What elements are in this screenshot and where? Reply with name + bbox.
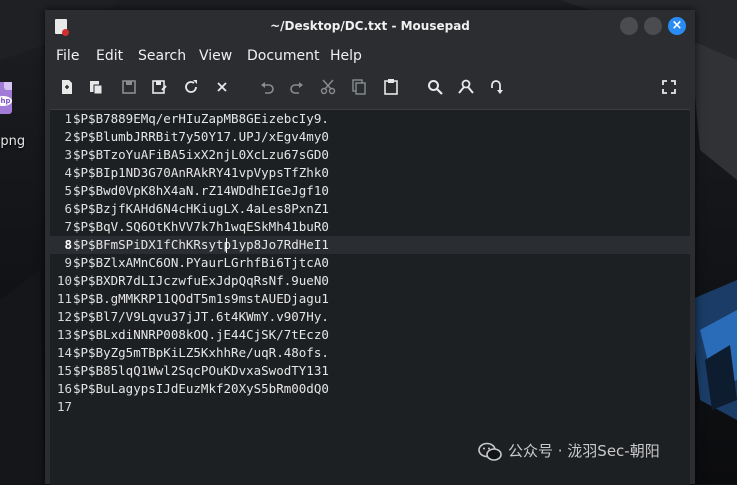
new-document-icon[interactable] xyxy=(58,78,76,96)
line-number: 3 xyxy=(64,147,72,162)
code-line: $P$BzjfKAHd6N4cHKiugLX.4aLes8PxnZ1 xyxy=(73,201,329,216)
wechat-icon xyxy=(478,442,502,461)
undo-icon[interactable] xyxy=(258,78,276,96)
code-line: $P$B85lqQ1Wwl2SqcPOuKDvxaSwodTY131 xyxy=(73,363,329,378)
watermark-text: 公众号 · 泷羽Sec-朝阳 xyxy=(508,442,660,460)
file-badge: php xyxy=(0,96,12,106)
redo-icon[interactable] xyxy=(288,78,306,96)
line-number: 15 xyxy=(56,363,72,378)
line-number: 14 xyxy=(56,345,72,360)
line-number: 13 xyxy=(56,327,72,342)
line-number: 2 xyxy=(64,129,72,144)
line-number: 10 xyxy=(56,273,72,288)
close-document-icon[interactable] xyxy=(213,78,231,96)
text-editor[interactable]: 1 2 3 4 5 6 7 8 9 10 11 12 13 14 15 16 1… xyxy=(50,109,690,485)
title-bar[interactable]: ~/Desktop/DC.txt - Mousepad × xyxy=(45,10,695,44)
code-line: $P$BIp1ND3G70AnRAkRY41vpVypsTfZhk0 xyxy=(73,165,329,180)
find-replace-icon[interactable] xyxy=(457,78,475,96)
menu-bar: File Edit Search View Document Help xyxy=(45,44,695,70)
desktop-file-icon[interactable]: php p.png xyxy=(0,78,38,160)
line-number: 17 xyxy=(56,399,72,414)
code-line: $P$B.gMMKRP11QOdT5m1s9mstAUEDjagu1 xyxy=(73,291,329,306)
maximize-button[interactable] xyxy=(644,17,662,35)
text-caret xyxy=(226,238,227,253)
window-title: ~/Desktop/DC.txt - Mousepad xyxy=(270,19,470,33)
code-line: $P$BLxdiNNRP008kOQ.jE44CjSK/7tEcz0 xyxy=(73,327,329,342)
code-line: $P$B7889EMq/erHIuZapMB8GEizebcIy9. xyxy=(73,111,329,126)
search-icon[interactable] xyxy=(426,78,444,96)
code-line: $P$Bwd0VpK8hX4aN.rZ14WDdhEIGeJgf10 xyxy=(73,183,329,198)
code-line: $P$Bl7/V9Lqvu37jJT.6t4KWmY.v907Hy. xyxy=(73,309,329,324)
mousepad-window: ~/Desktop/DC.txt - Mousepad × File Edit … xyxy=(45,10,695,485)
desktop-file-label: p.png xyxy=(0,134,26,149)
watermark: 公众号 · 泷羽Sec-朝阳 xyxy=(478,440,660,464)
cut-icon[interactable] xyxy=(319,78,337,96)
line-number: 5 xyxy=(64,183,72,198)
line-number: 12 xyxy=(56,309,72,324)
code-line: $P$BZlxAMnC6ON.PYaurLGrhfBi6TjtcA0 xyxy=(73,255,329,270)
reload-icon[interactable] xyxy=(182,78,200,96)
line-number: 7 xyxy=(64,219,72,234)
menu-view[interactable]: View xyxy=(199,48,232,64)
menu-search[interactable]: Search xyxy=(138,48,186,64)
code-line: $P$BlumbJRRBit7y50Y17.UPJ/xEgv4my0 xyxy=(73,129,329,144)
fullscreen-icon[interactable] xyxy=(660,78,678,96)
menu-help[interactable]: Help xyxy=(330,48,362,64)
line-number: 1 xyxy=(64,111,72,126)
save-icon[interactable] xyxy=(120,78,138,96)
code-line-current: $P$BFmSPiDX1fChKRsytp1yp8Jo7RdHeI1 xyxy=(73,237,329,252)
toolbar xyxy=(45,72,695,104)
close-icon: × xyxy=(671,18,683,33)
line-number-current: 8 xyxy=(64,237,72,252)
code-line: $P$BTzoYuAFiBA5ixX2njL0XcLzu67sGD0 xyxy=(73,147,329,162)
line-number: 4 xyxy=(64,165,72,180)
line-number: 16 xyxy=(56,381,72,396)
image-file-icon: php xyxy=(0,82,12,114)
close-window-button[interactable]: × xyxy=(668,17,686,35)
line-number: 9 xyxy=(64,255,72,270)
code-line: $P$BXDR7dLIJczwfuExJdpQqRsNf.9ueN0 xyxy=(73,273,329,288)
menu-document[interactable]: Document xyxy=(247,48,320,64)
code-line: $P$BuLagypsIJdEuzMkf20XyS5bRm00dQ0 xyxy=(73,381,329,396)
go-to-line-icon[interactable] xyxy=(488,78,506,96)
code-line: $P$BqV.SQ6OtKhVV7k7h1wqESkMh41buR0 xyxy=(73,219,329,234)
code-line: $P$ByZg5mTBpKiLZ5KxhhRe/uqR.48ofs. xyxy=(73,345,329,360)
line-number: 6 xyxy=(64,201,72,216)
copy-icon[interactable] xyxy=(350,78,368,96)
menu-edit[interactable]: Edit xyxy=(96,48,123,64)
line-number: 11 xyxy=(56,291,72,306)
paste-icon[interactable] xyxy=(382,78,400,96)
menu-file[interactable]: File xyxy=(56,48,79,64)
new-window-icon[interactable] xyxy=(87,78,105,96)
minimize-button[interactable] xyxy=(620,17,638,35)
save-as-icon[interactable] xyxy=(151,78,169,96)
